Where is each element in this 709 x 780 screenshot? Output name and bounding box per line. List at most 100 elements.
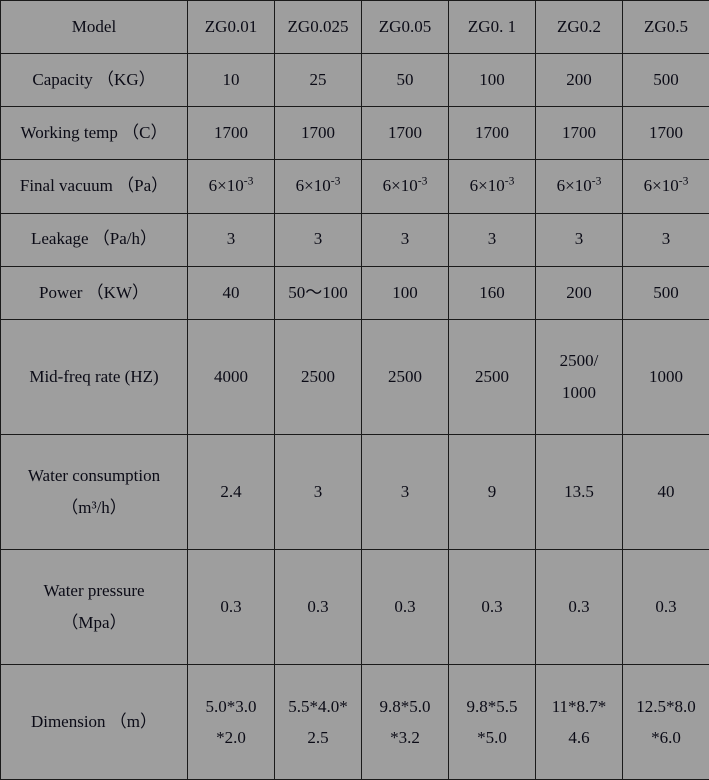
vacuum-base: 6×10 — [382, 176, 418, 196]
vacuum-exponent: -3 — [243, 174, 254, 188]
dimension-line-1: 12.5*8.0 — [636, 696, 696, 716]
cell-water-pressure-zg05: 0.3 — [622, 548, 709, 665]
row-label-capacity: Capacity （KG） — [0, 53, 188, 108]
cell-mid-freq-zg001: 4000 — [187, 318, 275, 435]
dimension-line-2: 2.5 — [307, 727, 329, 747]
row-label-working-temp: Working temp （C） — [0, 106, 188, 161]
cell-final-vacuum-zg01: 6×10-3 — [448, 159, 536, 214]
table-row-power: Power （KW） 40 50～100 100 160 200 500 — [0, 265, 709, 320]
cell-capacity-zg05: 500 — [622, 53, 709, 108]
cell-leakage-zg005: 3 — [361, 212, 449, 267]
cell-final-vacuum-zg05: 6×10-3 — [622, 159, 709, 214]
dimension-line-1: 9.8*5.5 — [466, 696, 518, 716]
cell-water-pressure-zg01: 0.3 — [448, 548, 536, 665]
table-row-leakage: Leakage （Pa/h） 3 3 3 3 3 3 — [0, 212, 709, 267]
dimension-line-2: 4.6 — [568, 727, 590, 747]
cell-final-vacuum-zg02: 6×10-3 — [535, 159, 623, 214]
cell-dimension-zg02: 11*8.7* 4.6 — [535, 663, 623, 780]
cell-dimension-zg05: 12.5*8.0 *6.0 — [622, 663, 709, 780]
column-header-zg02: ZG0.2 — [535, 0, 623, 55]
cell-water-consumption-zg01: 9 — [448, 433, 536, 550]
cell-working-temp-zg05: 1700 — [622, 106, 709, 161]
cell-water-consumption-zg001: 2.4 — [187, 433, 275, 550]
row-label-mid-freq-rate: Mid-freq rate (HZ) — [0, 318, 188, 435]
dimension-line-2: *3.2 — [390, 727, 420, 747]
cell-working-temp-zg02: 1700 — [535, 106, 623, 161]
row-label-final-vacuum: Final vacuum （Pa） — [0, 159, 188, 214]
cell-power-zg05: 500 — [622, 265, 709, 320]
row-label-water-pressure: Water pressure （Mpa） — [0, 548, 188, 665]
dimension-multiline: 9.8*5.5 *5.0 — [450, 691, 534, 754]
dimension-line-1: 11*8.7* — [551, 696, 607, 716]
cell-leakage-zg01: 3 — [448, 212, 536, 267]
cell-dimension-zg0025: 5.5*4.0* 2.5 — [274, 663, 362, 780]
cell-water-consumption-zg02: 13.5 — [535, 433, 623, 550]
vacuum-exponent: -3 — [591, 174, 602, 188]
cell-water-consumption-zg0025: 3 — [274, 433, 362, 550]
vacuum-base: 6×10 — [295, 176, 331, 196]
dimension-multiline: 5.0*3.0 *2.0 — [189, 691, 273, 754]
dimension-line-2: *6.0 — [651, 727, 681, 747]
table-row-water-consumption: Water consumption （m³/h） 2.4 3 3 9 13.5 … — [0, 433, 709, 550]
cell-dimension-zg01: 9.8*5.5 *5.0 — [448, 663, 536, 780]
cell-power-zg01: 160 — [448, 265, 536, 320]
dimension-multiline: 11*8.7* 4.6 — [537, 691, 621, 754]
column-header-zg05: ZG0.5 — [622, 0, 709, 55]
cell-final-vacuum-zg0025: 6×10-3 — [274, 159, 362, 214]
cell-water-consumption-zg05: 40 — [622, 433, 709, 550]
row-label-header: Model — [0, 0, 188, 55]
table-row-water-pressure: Water pressure （Mpa） 0.3 0.3 0.3 0.3 0.3… — [0, 548, 709, 665]
cell-leakage-zg05: 3 — [622, 212, 709, 267]
cell-dimension-zg005: 9.8*5.0 *3.2 — [361, 663, 449, 780]
dimension-line-1: 9.8*5.0 — [379, 696, 431, 716]
table-row-working-temp: Working temp （C） 1700 1700 1700 1700 170… — [0, 106, 709, 161]
cell-capacity-zg0025: 25 — [274, 53, 362, 108]
table-row-capacity: Capacity （KG） 10 25 50 100 200 500 — [0, 53, 709, 108]
table-header-row: Model ZG0.01 ZG0.025 ZG0.05 ZG0. 1 ZG0.2… — [0, 0, 709, 55]
row-label-leakage: Leakage （Pa/h） — [0, 212, 188, 267]
water-consumption-label-line-2: （m³/h） — [61, 497, 127, 517]
cell-dimension-zg001: 5.0*3.0 *2.0 — [187, 663, 275, 780]
cell-mid-freq-zg005: 2500 — [361, 318, 449, 435]
cell-leakage-zg0025: 3 — [274, 212, 362, 267]
column-header-zg005: ZG0.05 — [361, 0, 449, 55]
water-pressure-label-line-2: （Mpa） — [61, 612, 127, 632]
vacuum-base: 6×10 — [469, 176, 505, 196]
row-label-water-consumption: Water consumption （m³/h） — [0, 433, 188, 550]
row-label-power: Power （KW） — [0, 265, 188, 320]
cell-power-zg0025: 50～100 — [274, 265, 362, 320]
dimension-line-1: 5.0*3.0 — [205, 696, 257, 716]
cell-water-pressure-zg005: 0.3 — [361, 548, 449, 665]
dimension-multiline: 9.8*5.0 *3.2 — [363, 691, 447, 754]
water-pressure-label-multiline: Water pressure （Mpa） — [2, 575, 186, 638]
cell-water-consumption-zg005: 3 — [361, 433, 449, 550]
cell-capacity-zg02: 200 — [535, 53, 623, 108]
cell-mid-freq-zg01: 2500 — [448, 318, 536, 435]
cell-mid-freq-zg0025: 2500 — [274, 318, 362, 435]
mid-freq-line-2: 1000 — [562, 382, 596, 402]
cell-leakage-zg001: 3 — [187, 212, 275, 267]
cell-mid-freq-zg05: 1000 — [622, 318, 709, 435]
mid-freq-multiline: 2500/ 1000 — [537, 345, 621, 408]
cell-leakage-zg02: 3 — [535, 212, 623, 267]
dimension-line-1: 5.5*4.0* — [288, 696, 348, 716]
cell-power-zg001: 40 — [187, 265, 275, 320]
cell-power-zg005: 100 — [361, 265, 449, 320]
row-label-dimension: Dimension （m） — [0, 663, 188, 780]
cell-water-pressure-zg02: 0.3 — [535, 548, 623, 665]
cell-working-temp-zg01: 1700 — [448, 106, 536, 161]
vacuum-base: 6×10 — [643, 176, 679, 196]
vacuum-base: 6×10 — [556, 176, 592, 196]
column-header-zg001: ZG0.01 — [187, 0, 275, 55]
specifications-table: Model ZG0.01 ZG0.025 ZG0.05 ZG0. 1 ZG0.2… — [0, 0, 709, 780]
cell-water-pressure-zg0025: 0.3 — [274, 548, 362, 665]
column-header-zg01: ZG0. 1 — [448, 0, 536, 55]
dimension-multiline: 12.5*8.0 *6.0 — [624, 691, 708, 754]
column-header-zg0025: ZG0.025 — [274, 0, 362, 55]
water-consumption-label-multiline: Water consumption （m³/h） — [2, 460, 186, 523]
cell-final-vacuum-zg005: 6×10-3 — [361, 159, 449, 214]
cell-power-zg02: 200 — [535, 265, 623, 320]
vacuum-exponent: -3 — [678, 174, 689, 188]
cell-water-pressure-zg001: 0.3 — [187, 548, 275, 665]
cell-working-temp-zg005: 1700 — [361, 106, 449, 161]
